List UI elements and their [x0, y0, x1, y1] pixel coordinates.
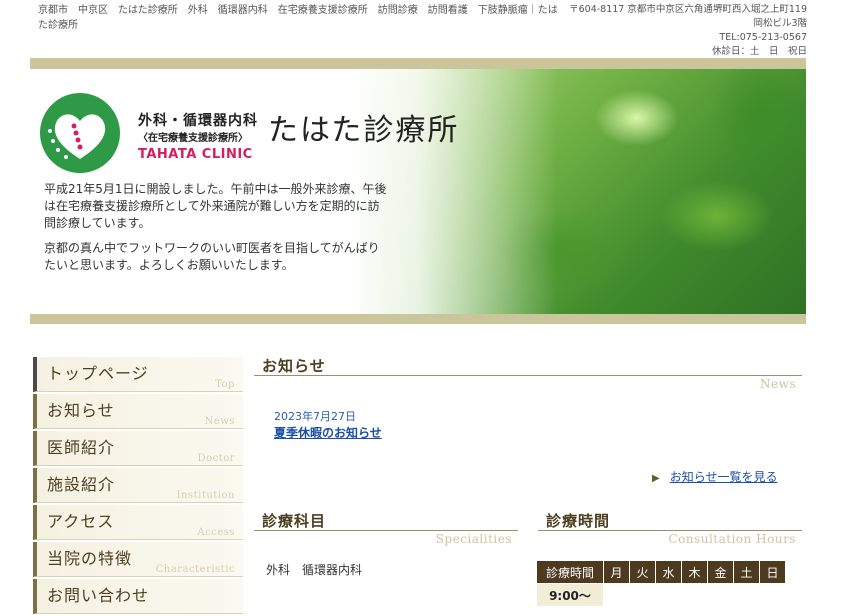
arrow-right-icon: ▶ [652, 473, 660, 484]
news-section-header: お知らせ News [254, 355, 802, 395]
hours-section-header: 診療時間 Consultation Hours [538, 510, 802, 550]
news-date: 2023年7月27日 [274, 410, 356, 423]
hours-section-title: 診療時間 [546, 512, 611, 530]
intro-paragraph-2: 京都の真ん中でフットワークのいい町医者を目指してがんばりたいと思います。よろしく… [44, 241, 380, 272]
nav-label-en: Institution [176, 490, 235, 501]
specialities-divider [254, 530, 518, 531]
nav-item-contact[interactable]: お問い合わせ [33, 579, 243, 614]
specialities-section-title-en: Specialities [435, 532, 512, 546]
nav-label: 当院の特徴 [47, 549, 133, 568]
nav-item-characteristic[interactable]: 当院の特徴 Characteristic [33, 542, 243, 577]
nav-label-en: News [204, 416, 235, 427]
clinic-address-block: 〒604-8117 京都市中京区六角通堺町西入堀之上町119 岡松ビル3階 TE… [547, 3, 807, 59]
side-nav: トップページ Top お知らせ News 医師紹介 Doctor 施設紹介 In… [33, 357, 243, 616]
building-text: 岡松ビル3階 [753, 18, 807, 29]
hours-cell [759, 583, 786, 607]
logo-department-text: 外科・循環器内科 [138, 113, 258, 129]
hours-time-cell: 9:00〜 [536, 583, 604, 607]
specialities-text: 外科 循環器内科 [266, 563, 363, 577]
intro-paragraph-1: 平成21年5月1日に開設しました。午前中は一般外来診療、午後は在宅療養支援診療所… [44, 182, 387, 230]
hours-row: 9:00〜 [536, 583, 786, 607]
hours-header-cell: 日 [759, 560, 786, 584]
nav-label-en: Characteristic [155, 564, 235, 575]
hero-top-bar [30, 58, 806, 69]
nav-label: お知らせ [47, 401, 115, 420]
nav-label: お問い合わせ [47, 586, 150, 605]
nav-item-doctor[interactable]: 医師紹介 Doctor [33, 431, 243, 466]
address-text: 〒604-8117 京都市中京区六角通堺町西入堀之上町119 [569, 4, 807, 15]
nav-label: アクセス [47, 512, 115, 531]
hours-table: 診療時間 月 火 水 木 金 土 日 9:00〜 [536, 560, 786, 607]
hours-header-cell: 火 [629, 560, 656, 584]
nav-label-en: Doctor [197, 453, 235, 464]
intro-text: 平成21年5月1日に開設しました。午前中は一般外来診療、午後は在宅療養支援診療所… [44, 181, 389, 282]
nav-item-top[interactable]: トップページ Top [33, 357, 243, 392]
hours-divider [538, 530, 802, 531]
hours-section-title-en: Consultation Hours [668, 532, 796, 546]
hours-header-cell: 月 [603, 560, 630, 584]
logo-support-text: 〈在宅療養支援診療所〉 [138, 133, 248, 144]
nav-item-institution[interactable]: 施設紹介 Institution [33, 468, 243, 503]
news-more: ▶ お知らせ一覧を見る [652, 468, 777, 485]
specialities-section-title: 診療科目 [262, 512, 327, 530]
news-section-title-en: News [759, 377, 796, 391]
hours-header-cell: 診療時間 [536, 560, 604, 584]
hours-cell [629, 583, 656, 607]
nav-label-en: Top [215, 379, 235, 390]
hours-header-cell: 木 [681, 560, 708, 584]
nav-label: 施設紹介 [47, 475, 116, 494]
news-divider [254, 375, 802, 376]
hours-cell [681, 583, 708, 607]
hours-header-cell: 水 [655, 560, 682, 584]
hours-header-cell: 金 [707, 560, 734, 584]
specialities-section-header: 診療科目 Specialities [254, 510, 518, 550]
nav-label: トップページ [47, 364, 149, 383]
clinic-logo-icon [40, 93, 120, 173]
hours-cell [733, 583, 760, 607]
news-list-link[interactable]: お知らせ一覧を見る [670, 470, 778, 484]
keywords-line: 京都市 中京区 たはた診療所 外科 循環器内科 在宅療養支援診療所 訪問診療 訪… [38, 5, 558, 31]
nav-label-en: Access [197, 527, 235, 538]
tel-text: TEL:075-213-0567 [719, 32, 807, 43]
hero-bottom-bar [30, 314, 806, 324]
news-item-link[interactable]: 夏季休暇のお知らせ [274, 424, 382, 441]
nav-label: 医師紹介 [47, 438, 116, 457]
nav-item-access[interactable]: アクセス Access [33, 505, 243, 540]
clinic-name: たはた診療所 [268, 113, 460, 148]
news-section-title: お知らせ [262, 357, 326, 375]
closed-days-text: 休診日：土 日 祝日 [711, 46, 807, 57]
hours-header-cell: 土 [733, 560, 760, 584]
hero-banner: 外科・循環器内科 〈在宅療養支援診療所〉 TAHATA CLINIC たはた診療… [30, 69, 806, 314]
hours-cell [707, 583, 734, 607]
logo-english-name: TAHATA CLINIC [138, 147, 253, 162]
hours-header-row: 診療時間 月 火 水 木 金 土 日 [536, 560, 786, 584]
hours-cell [603, 583, 630, 607]
nav-item-news[interactable]: お知らせ News [33, 394, 243, 429]
hours-cell [655, 583, 682, 607]
